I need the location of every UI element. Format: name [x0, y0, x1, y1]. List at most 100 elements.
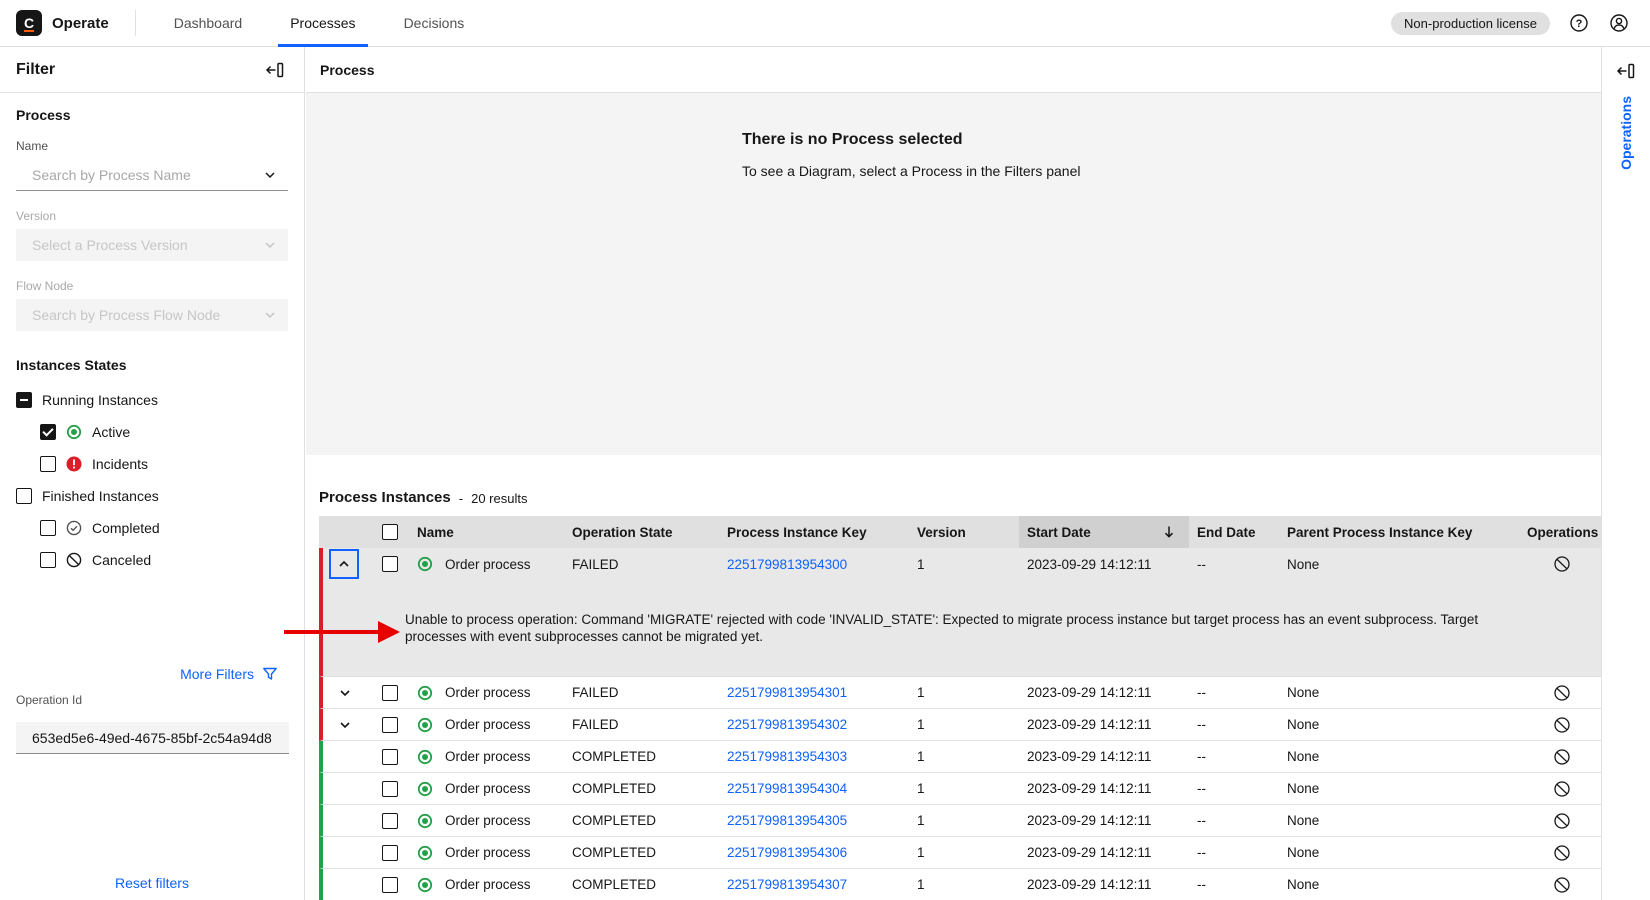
expand-row-button[interactable]	[323, 717, 367, 733]
empty-state-subtitle: To see a Diagram, select a Process in th…	[742, 163, 1081, 179]
operations-panel-title[interactable]: Operations	[1618, 96, 1634, 170]
process-instance-key-link[interactable]: 2251799813954301	[727, 685, 847, 700]
process-instance-row[interactable]: Order processCOMPLETED225179981395430412…	[319, 773, 1601, 805]
operation-id-input[interactable]: 653ed5e6-49ed-4675-85bf-2c54a94d8	[16, 722, 289, 754]
process-instance-row[interactable]: Order processFAILED225179981395430112023…	[319, 677, 1601, 709]
start-date-cell: 2023-09-29 14:12:11	[1019, 845, 1189, 860]
tab-decisions[interactable]: Decisions	[380, 0, 489, 47]
column-header-start-date[interactable]: Start Date	[1019, 516, 1189, 548]
header-expand-spacer	[323, 516, 371, 548]
process-name: Order process	[445, 813, 531, 828]
process-instance-row[interactable]: Order processCOMPLETED225179981395430712…	[319, 869, 1601, 900]
parent-key-cell: None	[1279, 845, 1519, 860]
more-filters-link[interactable]: More Filters	[180, 666, 278, 682]
state-label: Completed	[92, 520, 160, 536]
cancel-operation-icon[interactable]	[1553, 716, 1571, 734]
row-checkbox[interactable]	[382, 717, 398, 733]
active-state-icon	[417, 749, 433, 765]
instances-states-list: Running InstancesActiveIncidentsFinished…	[16, 391, 288, 569]
collapse-row-button[interactable]	[329, 549, 359, 579]
operations-cell	[1519, 684, 1601, 702]
column-header-end-date[interactable]: End Date	[1189, 516, 1279, 548]
cancel-operation-icon[interactable]	[1553, 812, 1571, 830]
process-instance-key-link[interactable]: 2251799813954306	[727, 845, 847, 860]
state-checkbox[interactable]	[40, 456, 56, 472]
select-all-checkbox[interactable]	[382, 524, 398, 540]
version-cell: 1	[909, 685, 1019, 700]
column-header-version[interactable]: Version	[909, 516, 1019, 548]
version-field-label: Version	[16, 209, 288, 223]
operation-state-cell: COMPLETED	[564, 813, 719, 828]
process-instance-key-link[interactable]: 2251799813954307	[727, 877, 847, 892]
row-checkbox[interactable]	[382, 877, 398, 893]
sort-descending-icon	[1161, 524, 1177, 540]
parent-key-cell: None	[1279, 557, 1519, 572]
cancel-operation-icon[interactable]	[1553, 780, 1571, 798]
column-header-operation-state[interactable]: Operation State	[564, 516, 719, 548]
parent-key-cell: None	[1279, 749, 1519, 764]
process-instance-row[interactable]: Order processCOMPLETED225179981395430312…	[319, 741, 1601, 773]
row-checkbox[interactable]	[382, 556, 398, 572]
state-checkbox[interactable]	[16, 392, 32, 408]
process-instance-key-link[interactable]: 2251799813954302	[727, 717, 847, 732]
license-badge: Non-production license	[1391, 12, 1550, 35]
name-cell: Order process	[409, 717, 564, 733]
active-state-icon	[417, 781, 433, 797]
help-icon[interactable]: ?	[1568, 12, 1590, 34]
parent-key-cell: None	[1279, 781, 1519, 796]
process-instance-row[interactable]: Order processFAILED225179981395430012023…	[323, 548, 1601, 580]
expand-row-button[interactable]	[323, 685, 367, 701]
operations-collapsed-panel: Operations	[1601, 47, 1650, 900]
process-instance-row[interactable]: Order processFAILED225179981395430212023…	[319, 709, 1601, 741]
state-label: Active	[92, 424, 130, 440]
diagram-empty-state: There is no Process selected To see a Di…	[306, 93, 1601, 455]
row-checkbox[interactable]	[382, 685, 398, 701]
name-cell: Order process	[409, 556, 564, 572]
parent-key-cell: None	[1279, 685, 1519, 700]
row-checkbox[interactable]	[382, 781, 398, 797]
name-field-label: Name	[16, 139, 288, 153]
tab-dashboard[interactable]: Dashboard	[150, 0, 267, 47]
cancel-operation-icon[interactable]	[1553, 844, 1571, 862]
row-checkbox[interactable]	[382, 749, 398, 765]
state-label: Incidents	[92, 456, 148, 472]
table-rows-viewport: Order processFAILED225179981395430012023…	[319, 548, 1601, 900]
column-header-operations[interactable]: Operations	[1519, 516, 1605, 548]
cancel-operation-icon[interactable]	[1553, 684, 1571, 702]
reset-filters-link[interactable]: Reset filters	[0, 875, 304, 893]
operations-cell	[1519, 748, 1601, 766]
tab-processes[interactable]: Processes	[266, 0, 379, 47]
user-icon[interactable]	[1608, 12, 1630, 34]
process-instance-row[interactable]: Order processCOMPLETED225179981395430512…	[319, 805, 1601, 837]
column-header-parent-key[interactable]: Parent Process Instance Key	[1279, 516, 1519, 548]
cancel-operation-icon[interactable]	[1553, 555, 1571, 573]
camunda-logo-icon: C	[16, 10, 42, 36]
column-header-process-instance-key[interactable]: Process Instance Key	[719, 516, 909, 548]
cancel-operation-icon[interactable]	[1553, 876, 1571, 894]
start-date-cell: 2023-09-29 14:12:11	[1019, 781, 1189, 796]
process-instance-key-cell: 2251799813954306	[719, 845, 909, 860]
process-instance-row[interactable]: Order processCOMPLETED225179981395430612…	[319, 837, 1601, 869]
expand-toggle-cell	[323, 549, 371, 579]
operation-state-cell: COMPLETED	[564, 749, 719, 764]
row-checkbox[interactable]	[382, 813, 398, 829]
parent-key-cell: None	[1279, 813, 1519, 828]
state-filter-completed: Completed	[16, 519, 288, 537]
cancel-operation-icon[interactable]	[1553, 748, 1571, 766]
state-checkbox[interactable]	[40, 424, 56, 440]
process-name-combobox[interactable]: Search by Process Name	[16, 159, 288, 191]
active-state-icon	[417, 845, 433, 861]
state-checkbox[interactable]	[16, 488, 32, 504]
process-instance-key-link[interactable]: 2251799813954304	[727, 781, 847, 796]
process-instance-key-link[interactable]: 2251799813954300	[727, 557, 847, 572]
end-date-cell: --	[1189, 749, 1279, 764]
process-instance-key-link[interactable]: 2251799813954305	[727, 813, 847, 828]
collapse-filter-panel-icon[interactable]	[264, 59, 286, 81]
state-checkbox[interactable]	[40, 552, 56, 568]
expand-operations-panel-icon[interactable]	[1615, 60, 1637, 82]
process-instance-key-link[interactable]: 2251799813954303	[727, 749, 847, 764]
column-header-name[interactable]: Name	[409, 516, 564, 548]
row-checkbox[interactable]	[382, 845, 398, 861]
diagram-panel: Process There is no Process selected To …	[306, 47, 1601, 455]
state-checkbox[interactable]	[40, 520, 56, 536]
